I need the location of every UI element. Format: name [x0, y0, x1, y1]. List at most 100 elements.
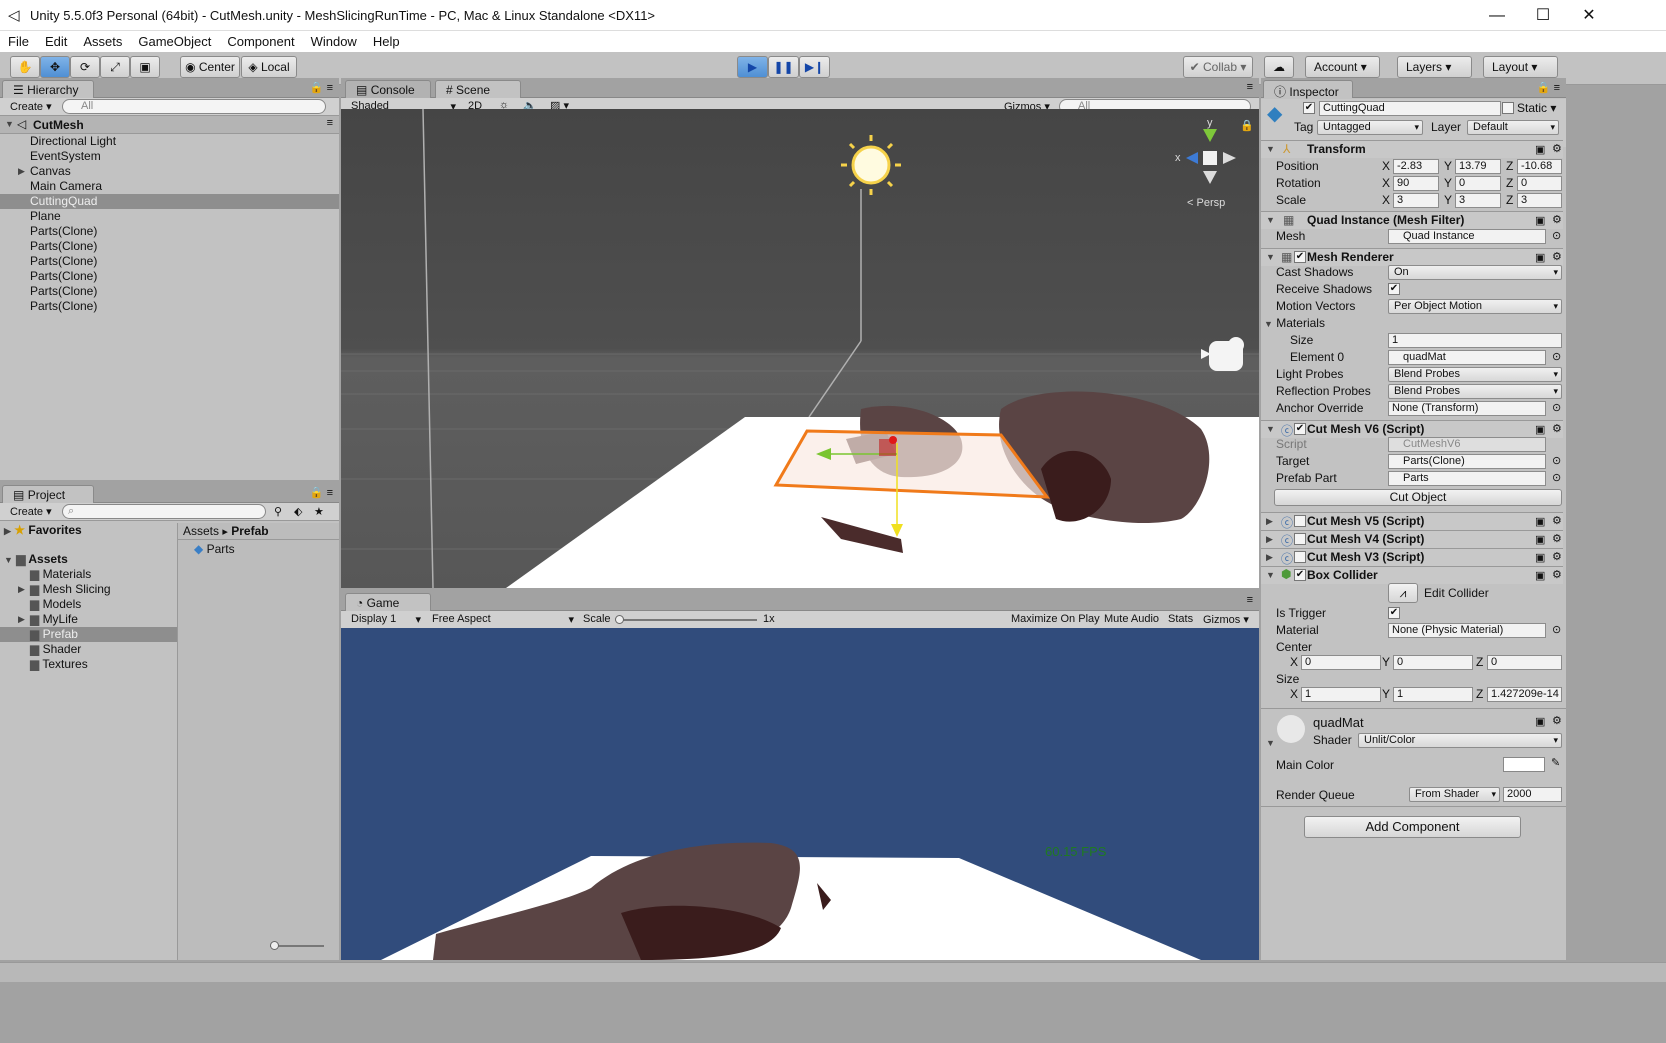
render-queue-input[interactable]: 2000 [1503, 787, 1562, 802]
hierarchy-item[interactable]: ▶ Canvas [0, 164, 339, 179]
rect-tool-icon[interactable]: ▣ [130, 56, 160, 78]
project-folder-item[interactable]: ▆ Models [0, 597, 177, 612]
prefab-part-field[interactable]: Parts [1388, 471, 1546, 486]
collab-dropdown[interactable]: ✔ Collab ▾ [1183, 56, 1253, 78]
display-dropdown[interactable]: Display 1 ▾ [351, 613, 421, 626]
help-book-icon[interactable]: ▣ [1535, 423, 1545, 436]
component-gear-icon[interactable]: ⚙ [1552, 532, 1562, 545]
active-checkbox[interactable]: ✔ [1303, 102, 1315, 114]
z-input[interactable]: -10.68 [1517, 159, 1562, 174]
tab-console[interactable]: ▤ Console [345, 80, 431, 98]
maximize-on-play-toggle[interactable]: Maximize On Play [1011, 613, 1100, 625]
hierarchy-item[interactable]: Directional Light [0, 134, 339, 149]
y-input[interactable]: 0 [1455, 176, 1501, 191]
y-input[interactable]: 13.79 [1455, 159, 1501, 174]
size-x-input[interactable]: 1 [1301, 687, 1381, 702]
size-y-input[interactable]: 1 [1393, 687, 1473, 702]
edit-collider-icon[interactable]: ⩘ [1388, 583, 1418, 603]
receive-shadows-checkbox[interactable]: ✔ [1388, 283, 1400, 295]
pause-button[interactable]: ❚❚ [768, 56, 799, 78]
scale-tool-icon[interactable]: ⤢ [100, 56, 130, 78]
move-tool-icon[interactable]: ✥ [40, 56, 70, 78]
menu-edit[interactable]: Edit [37, 31, 75, 49]
game-viewport[interactable]: 60.15 FPS [341, 628, 1259, 960]
menu-assets[interactable]: Assets [75, 31, 130, 49]
fold-closed-icon[interactable]: ▶ [18, 612, 25, 627]
component-gear-icon[interactable]: ⚙ [1552, 250, 1562, 263]
help-book-icon[interactable]: ▣ [1535, 251, 1545, 264]
minimize-button[interactable]: — [1474, 0, 1520, 31]
project-folder-item[interactable]: ▆ Textures [0, 657, 177, 672]
fold-closed-icon[interactable]: ▶ [18, 164, 25, 179]
favorite-star-icon[interactable]: ★ [314, 505, 324, 518]
component-gear-icon[interactable]: ⚙ [1552, 568, 1562, 581]
object-picker-icon[interactable]: ⊙ [1552, 471, 1561, 484]
tab-scene[interactable]: # Scene [435, 80, 521, 98]
file-item[interactable]: ◆ Parts [178, 540, 339, 556]
cloud-icon[interactable]: ☁ [1264, 56, 1294, 78]
project-folder-item[interactable]: ▆ Materials [0, 567, 177, 582]
component-gear-icon[interactable]: ⚙ [1552, 514, 1562, 527]
hierarchy-item[interactable]: Parts(Clone) [0, 254, 339, 269]
object-picker-icon[interactable]: ⊙ [1552, 401, 1561, 414]
fold-open-icon[interactable]: ▼ [1266, 738, 1275, 748]
hierarchy-search-input[interactable]: All [62, 99, 326, 114]
reflection-probes-dropdown[interactable]: Blend Probes [1388, 384, 1562, 399]
render-queue-mode-dropdown[interactable]: From Shader [1409, 787, 1500, 802]
materials-foldout[interactable]: ▼ Materials [1264, 316, 1325, 330]
help-book-icon[interactable]: ▣ [1535, 569, 1545, 582]
mesh-filter-header[interactable]: ▼ ▦ Quad Instance (Mesh Filter) ▣ ⚙ [1261, 211, 1563, 229]
hierarchy-item[interactable]: Parts(Clone) [0, 224, 339, 239]
cutmesh-v3-enabled-checkbox[interactable] [1294, 551, 1306, 563]
aspect-dropdown[interactable]: Free Aspect ▾ [432, 613, 574, 626]
fold-open-icon[interactable]: ▼ [5, 119, 14, 129]
hierarchy-item[interactable]: CuttingQuad [0, 194, 339, 209]
hierarchy-item[interactable]: Parts(Clone) [0, 284, 339, 299]
project-search-input[interactable]: ⌕ [62, 504, 266, 519]
project-create-dropdown[interactable]: Create ▾ [10, 505, 52, 518]
hand-tool-icon[interactable]: ✋ [10, 56, 40, 78]
object-name-input[interactable]: CuttingQuad [1319, 101, 1501, 116]
center-y-input[interactable]: 0 [1393, 655, 1473, 670]
size-z-input[interactable]: 1.427209e-14 [1487, 687, 1562, 702]
menu-help[interactable]: Help [365, 31, 408, 49]
shader-dropdown[interactable]: Unlit/Color [1358, 733, 1562, 748]
maximize-button[interactable]: ☐ [1520, 0, 1566, 31]
cutmesh-v4-header[interactable]: ▶ ⓒ Cut Mesh V4 (Script) ▣ ⚙ [1261, 530, 1563, 548]
scene-viewport[interactable]: y x 🔒 < Persp [341, 109, 1259, 588]
layer-dropdown[interactable]: Default [1467, 120, 1559, 135]
cutmesh-v5-header[interactable]: ▶ ⓒ Cut Mesh V5 (Script) ▣ ⚙ [1261, 512, 1563, 530]
hierarchy-item[interactable]: Parts(Clone) [0, 299, 339, 314]
cutmesh-v3-header[interactable]: ▶ ⓒ Cut Mesh V3 (Script) ▣ ⚙ [1261, 548, 1563, 566]
transform-header[interactable]: ▼ ⅄ Transform ▣ ⚙ [1261, 140, 1563, 158]
eyedropper-icon[interactable]: ✎ [1551, 756, 1560, 769]
hierarchy-item[interactable]: Parts(Clone) [0, 239, 339, 254]
z-input[interactable]: 3 [1517, 193, 1562, 208]
component-gear-icon[interactable]: ⚙ [1552, 550, 1562, 563]
hierarchy-item[interactable]: Parts(Clone) [0, 269, 339, 284]
cutmesh-v5-enabled-checkbox[interactable] [1294, 515, 1306, 527]
component-gear-icon[interactable]: ⚙ [1552, 714, 1562, 727]
persp-toggle[interactable]: < Persp [1187, 197, 1225, 209]
help-book-icon[interactable]: ▣ [1535, 515, 1545, 528]
box-collider-header[interactable]: ▼ ⬢ ✔ Box Collider ▣ ⚙ [1261, 566, 1563, 584]
filter-label-icon[interactable]: ⬖ [294, 505, 302, 518]
account-dropdown[interactable]: Account ▾ [1305, 56, 1380, 78]
hierarchy-item[interactable]: EventSystem [0, 149, 339, 164]
element0-field[interactable]: quadMat [1388, 350, 1546, 365]
add-component-button[interactable]: Add Component [1304, 816, 1521, 838]
component-gear-icon[interactable]: ⚙ [1552, 422, 1562, 435]
stats-toggle[interactable]: Stats [1168, 613, 1193, 625]
static-dropdown[interactable]: Static ▾ [1517, 101, 1556, 115]
fold-closed-icon[interactable]: ▶ [18, 582, 25, 597]
object-picker-icon[interactable]: ⊙ [1552, 623, 1561, 636]
project-folder-item[interactable]: ▶ ▆ Mesh Slicing [0, 582, 177, 597]
panel-menu-icon[interactable]: 🔒 ≡ [310, 81, 333, 94]
inspector-menu-icon[interactable]: 🔒 ≡ [1537, 81, 1560, 94]
icon-size-slider-thumb[interactable] [270, 941, 279, 950]
hierarchy-item[interactable]: Plane [0, 209, 339, 224]
lock-icon[interactable]: 🔒 [1240, 119, 1254, 132]
box-collider-enabled-checkbox[interactable]: ✔ [1294, 569, 1306, 581]
x-input[interactable]: 3 [1393, 193, 1439, 208]
breadcrumb-root[interactable]: Assets [183, 524, 219, 538]
